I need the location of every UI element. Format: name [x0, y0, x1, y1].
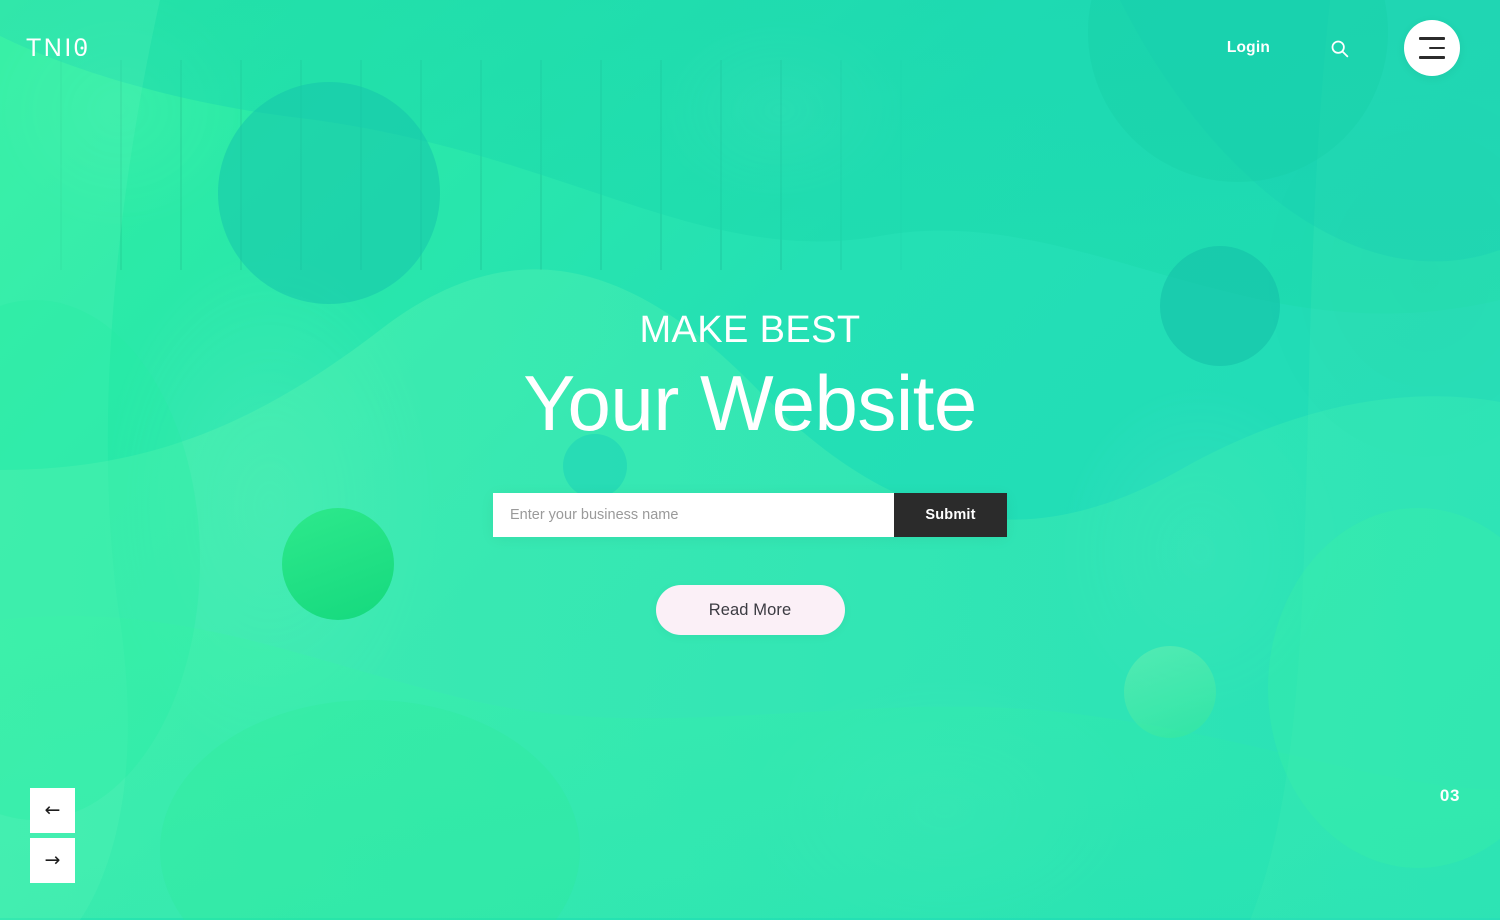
arrow-right-icon: → — [44, 849, 61, 871]
slider-next-button[interactable]: → — [30, 838, 75, 883]
business-name-form: Submit — [493, 493, 1007, 537]
brand-logo[interactable]: TNI0 — [26, 33, 91, 62]
hero-subtitle: MAKE BEST — [639, 309, 861, 351]
slider-navigation: ← → — [30, 788, 75, 883]
decorative-circle-green — [282, 508, 394, 620]
arrow-left-icon: ← — [44, 799, 61, 821]
hero-section: MAKE BEST Your Website Submit Read More — [0, 0, 1500, 920]
header-nav: Login — [1227, 20, 1460, 76]
hamburger-bar-middle — [1429, 46, 1445, 50]
decorative-blob-bottom — [160, 700, 580, 920]
site-header: TNI0 Login — [0, 0, 1500, 96]
decorative-blob-right — [1268, 508, 1500, 868]
decorative-blob-left — [0, 300, 200, 820]
hero-title: Your Website — [523, 359, 977, 447]
slide-counter: 03 — [1439, 786, 1460, 805]
brand-logo-zero: 0 — [73, 33, 91, 62]
login-link[interactable]: Login — [1227, 39, 1270, 57]
hamburger-menu-icon — [1419, 37, 1445, 40]
hero-slider-stage: TNI0 Login MAKE BEST Your Website Enter … — [0, 0, 1500, 920]
search-button[interactable] — [1324, 33, 1354, 63]
hamburger-menu-button[interactable] — [1404, 20, 1460, 76]
brand-logo-text: TNI — [26, 33, 74, 62]
submit-button[interactable]: Submit — [894, 493, 1007, 537]
read-more-button[interactable]: Read More — [655, 585, 845, 635]
background-photo-overlay — [0, 0, 1500, 920]
background-wave-shapes — [0, 0, 1500, 920]
background-decoration — [0, 0, 1500, 920]
decorative-circle-lightgreen — [1124, 646, 1216, 738]
hamburger-bar-bottom — [1419, 56, 1445, 59]
slider-prev-button[interactable]: ← — [30, 788, 75, 833]
decorative-circle-top-left — [218, 82, 440, 304]
search-icon — [1329, 38, 1350, 59]
decorative-circle-right-mid — [1160, 246, 1280, 366]
business-name-input[interactable] — [493, 493, 894, 537]
